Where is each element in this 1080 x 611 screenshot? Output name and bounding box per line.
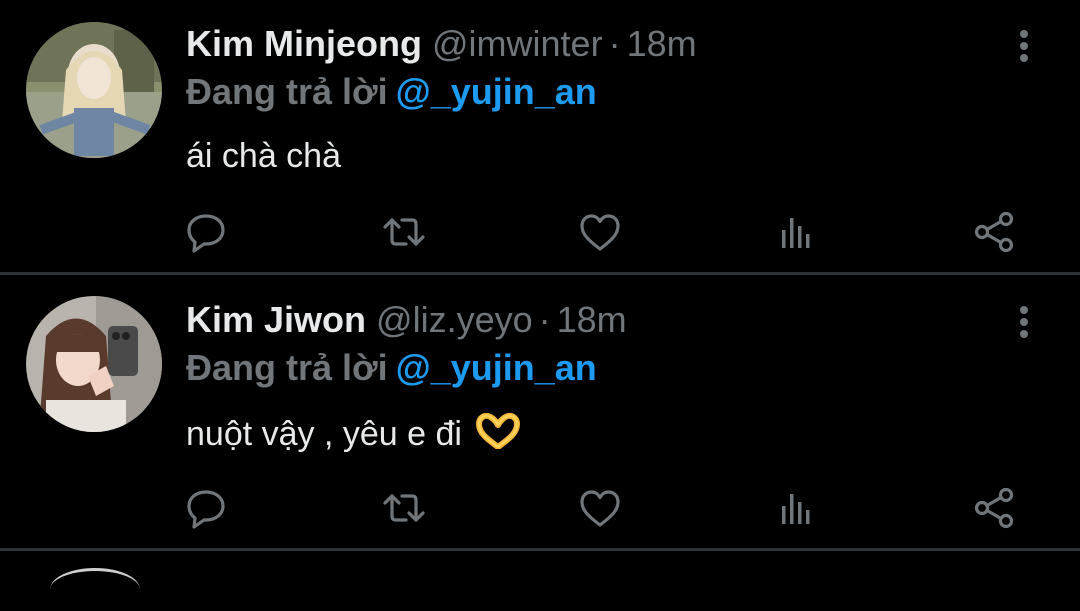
reply-button[interactable] bbox=[182, 484, 230, 532]
replying-to: Đang trả lời @_yujin_an bbox=[186, 346, 597, 390]
next-tweet-avatar-edge bbox=[50, 568, 140, 611]
author-handle[interactable]: @liz.yeyo bbox=[376, 299, 533, 340]
more-vertical-icon bbox=[1020, 306, 1028, 338]
share-icon bbox=[974, 211, 1014, 253]
tweet-header: Kim Jiwon @liz.yeyo · 18m bbox=[186, 298, 627, 342]
reply-icon bbox=[187, 490, 225, 529]
tweet-text: ái chà chà bbox=[186, 137, 341, 175]
tweet-divider bbox=[0, 272, 1080, 275]
like-icon bbox=[580, 490, 620, 527]
reply-icon bbox=[187, 214, 225, 253]
like-button[interactable] bbox=[576, 484, 624, 532]
reply-button[interactable] bbox=[182, 208, 230, 256]
share-icon bbox=[974, 487, 1014, 529]
like-button[interactable] bbox=[576, 208, 624, 256]
heart-hands-emoji bbox=[475, 412, 521, 460]
tweet-text-container: nuột vậy , yêu e đi bbox=[186, 412, 521, 460]
retweet-icon bbox=[383, 494, 425, 522]
timestamp[interactable]: 18m bbox=[557, 299, 627, 340]
replying-to-user-link[interactable]: @_yujin_an bbox=[396, 347, 597, 388]
separator-dot: · bbox=[608, 23, 621, 64]
tweet-text: nuột vậy , yêu e đi bbox=[186, 415, 462, 453]
tweet[interactable]: Kim Minjeong @imwinter · 18m Đang trả lời @_… bbox=[0, 0, 1080, 272]
more-vertical-icon bbox=[1020, 30, 1028, 62]
retweet-button[interactable] bbox=[380, 484, 428, 532]
avatar[interactable] bbox=[26, 22, 162, 158]
retweet-button[interactable] bbox=[380, 208, 428, 256]
more-options-button[interactable] bbox=[1008, 26, 1040, 66]
tweet-header: Kim Minjeong @imwinter · 18m bbox=[186, 22, 697, 66]
author-handle[interactable]: @imwinter bbox=[432, 23, 603, 64]
replying-to-label: Đang trả lời bbox=[186, 347, 388, 388]
replying-to: Đang trả lời @_yujin_an bbox=[186, 70, 597, 114]
tweet[interactable]: Kim Jiwon @liz.yeyo · 18m Đang trả lời @_yuj… bbox=[0, 276, 1080, 548]
replying-to-user-link[interactable]: @_yujin_an bbox=[396, 71, 597, 112]
replying-to-label: Đang trả lời bbox=[186, 71, 388, 112]
timestamp[interactable]: 18m bbox=[627, 23, 697, 64]
views-icon bbox=[782, 218, 810, 248]
tweet-divider bbox=[0, 548, 1080, 551]
avatar[interactable] bbox=[26, 296, 162, 432]
more-options-button[interactable] bbox=[1008, 302, 1040, 342]
views-button[interactable] bbox=[772, 208, 820, 256]
views-icon bbox=[782, 494, 810, 524]
separator-dot: · bbox=[538, 299, 551, 340]
retweet-icon bbox=[383, 218, 425, 246]
views-button[interactable] bbox=[772, 484, 820, 532]
author-name[interactable]: Kim Jiwon bbox=[186, 299, 366, 340]
like-icon bbox=[580, 214, 620, 251]
author-name[interactable]: Kim Minjeong bbox=[186, 23, 422, 64]
share-button[interactable] bbox=[970, 484, 1018, 532]
share-button[interactable] bbox=[970, 208, 1018, 256]
